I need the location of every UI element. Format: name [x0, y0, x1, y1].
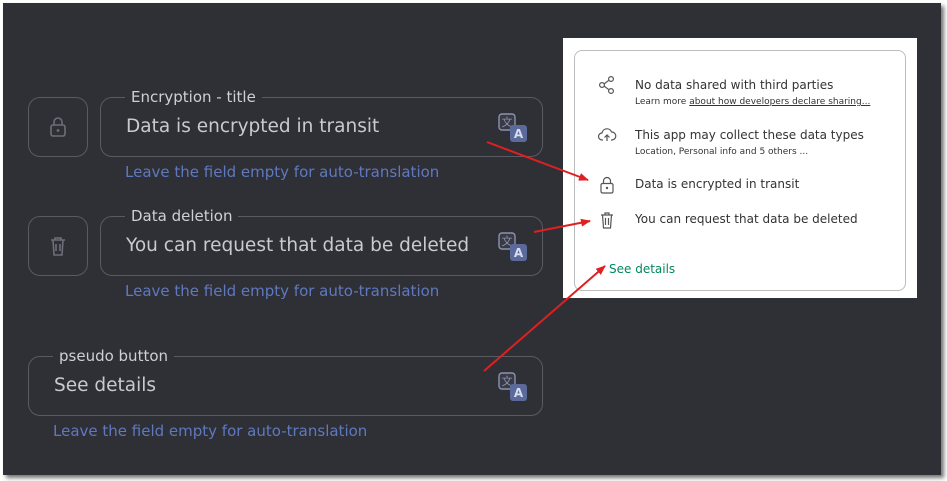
arrow-see-details [483, 265, 606, 372]
arrow-encryption [486, 141, 589, 181]
annotation-arrows [483, 141, 606, 372]
arrow-deletion [533, 218, 591, 233]
